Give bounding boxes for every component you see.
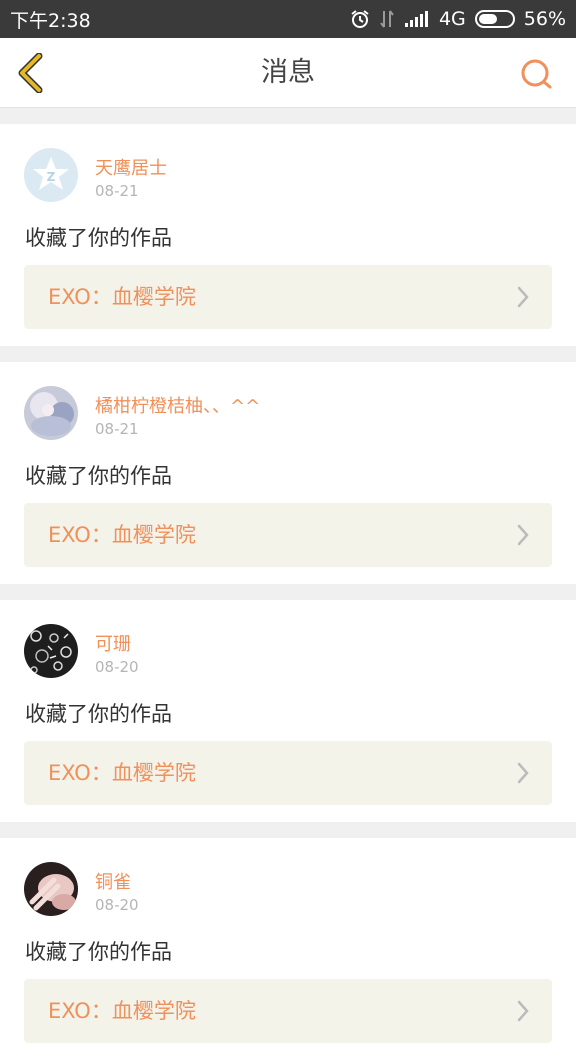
message-list: Z 天鹰居士 08-21 收藏了你的作品 EXO：血樱学院 橘柑柠橙桔柚、、^^… bbox=[0, 108, 576, 1060]
signal-icon bbox=[404, 10, 430, 28]
message-text: 收藏了你的作品 bbox=[25, 940, 172, 964]
work-link[interactable]: EXO：血樱学院 bbox=[24, 265, 552, 329]
list-item: 橘柑柠橙桔柚、、^^ 08-21 收藏了你的作品 EXO：血樱学院 bbox=[0, 362, 576, 584]
status-bar: 下午2:38 4G 56% bbox=[0, 0, 576, 38]
message-text: 收藏了你的作品 bbox=[25, 464, 172, 488]
list-item: 铜雀 08-20 收藏了你的作品 EXO：血樱学院 bbox=[0, 838, 576, 1060]
chevron-right-icon bbox=[517, 762, 529, 784]
battery-icon bbox=[474, 10, 515, 28]
user-name[interactable]: 天鹰居士 bbox=[95, 154, 167, 180]
qq-zone-default-avatar: Z bbox=[24, 148, 78, 202]
message-date: 08-20 bbox=[95, 658, 139, 676]
pattern-avatar bbox=[24, 624, 78, 678]
status-time: 下午2:38 bbox=[10, 9, 91, 32]
work-title: EXO：血樱学院 bbox=[48, 761, 196, 785]
chevron-right-icon bbox=[517, 1000, 529, 1022]
search-button[interactable] bbox=[518, 56, 554, 92]
message-date: 08-21 bbox=[95, 420, 139, 438]
nav-bar: 消息 bbox=[0, 38, 576, 108]
status-icons: 4G 56% bbox=[350, 8, 566, 30]
work-link[interactable]: EXO：血樱学院 bbox=[24, 741, 552, 805]
chevron-right-icon bbox=[517, 524, 529, 546]
user-name[interactable]: 橘柑柠橙桔柚、、^^ bbox=[95, 392, 260, 418]
work-title: EXO：血樱学院 bbox=[48, 285, 196, 309]
work-title: EXO：血樱学院 bbox=[48, 999, 196, 1023]
network-type: 4G bbox=[438, 8, 466, 30]
avatar[interactable] bbox=[24, 862, 78, 916]
list-item: 可珊 08-20 收藏了你的作品 EXO：血樱学院 bbox=[0, 600, 576, 822]
page-title: 消息 bbox=[261, 57, 315, 88]
work-link[interactable]: EXO：血樱学院 bbox=[24, 503, 552, 567]
avatar[interactable]: Z bbox=[24, 148, 78, 202]
data-transfer-icon bbox=[379, 9, 395, 29]
user-name[interactable]: 可珊 bbox=[95, 630, 131, 656]
message-text: 收藏了你的作品 bbox=[25, 226, 172, 250]
user-name[interactable]: 铜雀 bbox=[95, 868, 131, 894]
message-text: 收藏了你的作品 bbox=[25, 702, 172, 726]
chevron-right-icon bbox=[517, 286, 529, 308]
anime-girl-avatar bbox=[24, 386, 78, 440]
battery-percent: 56% bbox=[523, 8, 566, 30]
svg-text:Z: Z bbox=[47, 170, 56, 184]
message-date: 08-21 bbox=[95, 182, 139, 200]
list-item: Z 天鹰居士 08-21 收藏了你的作品 EXO：血樱学院 bbox=[0, 124, 576, 346]
message-date: 08-20 bbox=[95, 896, 139, 914]
avatar[interactable] bbox=[24, 386, 78, 440]
avatar[interactable] bbox=[24, 624, 78, 678]
work-title: EXO：血樱学院 bbox=[48, 523, 196, 547]
alarm-icon bbox=[350, 9, 370, 29]
search-icon bbox=[521, 59, 552, 89]
work-link[interactable]: EXO：血樱学院 bbox=[24, 979, 552, 1043]
hand-photo-avatar bbox=[24, 862, 78, 916]
